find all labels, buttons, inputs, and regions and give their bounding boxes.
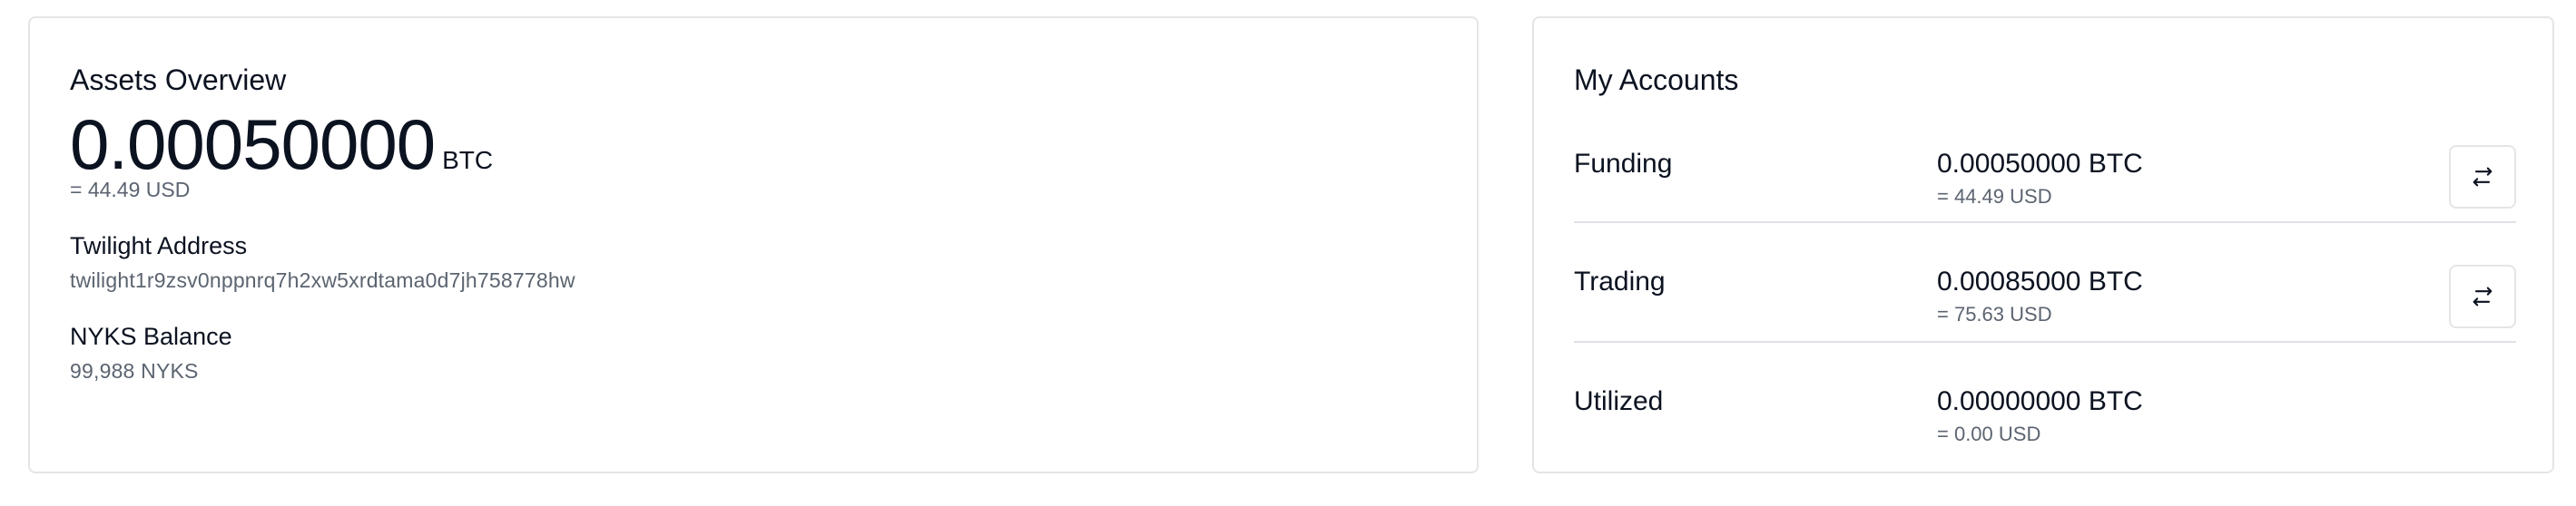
- total-btc-unit: BTC: [442, 146, 494, 174]
- assets-overview-title: Assets Overview: [70, 63, 287, 96]
- account-row-trading: Trading 0.00085000 BTC = 75.63 USD: [1574, 223, 2516, 341]
- nyks-balance-label: NYKS Balance: [70, 323, 232, 350]
- twilight-address-label: Twilight Address: [70, 232, 248, 259]
- my-accounts-title: My Accounts: [1574, 63, 1739, 96]
- nyks-balance-value: 99,988 NYKS: [70, 359, 199, 383]
- transfer-arrows-icon: [2473, 287, 2492, 307]
- twilight-address-value: twilight1r9zsv0nppnrq7h2xw5xrdtama0d7jh7…: [70, 268, 575, 292]
- assets-overview-card: Assets Overview 0.00050000 BTC = 44.49 U…: [28, 16, 1479, 473]
- account-btc-balance: 0.00000000 BTC: [1937, 386, 2143, 416]
- total-btc-balance: 0.00050000 BTC: [70, 109, 493, 180]
- account-usd-balance: = 75.63 USD: [1937, 303, 2052, 326]
- account-name: Funding: [1574, 149, 1673, 179]
- account-usd-balance: = 0.00 USD: [1937, 423, 2041, 445]
- account-row-funding: Funding 0.00050000 BTC = 44.49 USD: [1574, 127, 2516, 236]
- account-name: Trading: [1574, 267, 1666, 297]
- transfer-arrows-icon: [2473, 167, 2492, 187]
- account-row-utilized: Utilized 0.00000000 BTC = 0.00 USD: [1574, 343, 2516, 461]
- my-accounts-card: My Accounts Funding 0.00050000 BTC = 44.…: [1532, 16, 2554, 473]
- account-name: Utilized: [1574, 386, 1664, 416]
- trading-transfer-button[interactable]: [2449, 265, 2516, 328]
- account-btc-balance: 0.00085000 BTC: [1937, 267, 2143, 297]
- account-usd-balance: = 44.49 USD: [1937, 185, 2052, 208]
- total-usd-equivalent: = 44.49 USD: [70, 178, 191, 201]
- page: Assets Overview 0.00050000 BTC = 44.49 U…: [0, 0, 2576, 506]
- account-btc-balance: 0.00050000 BTC: [1937, 149, 2143, 179]
- funding-transfer-button[interactable]: [2449, 145, 2516, 209]
- total-btc-amount: 0.00050000: [70, 104, 436, 184]
